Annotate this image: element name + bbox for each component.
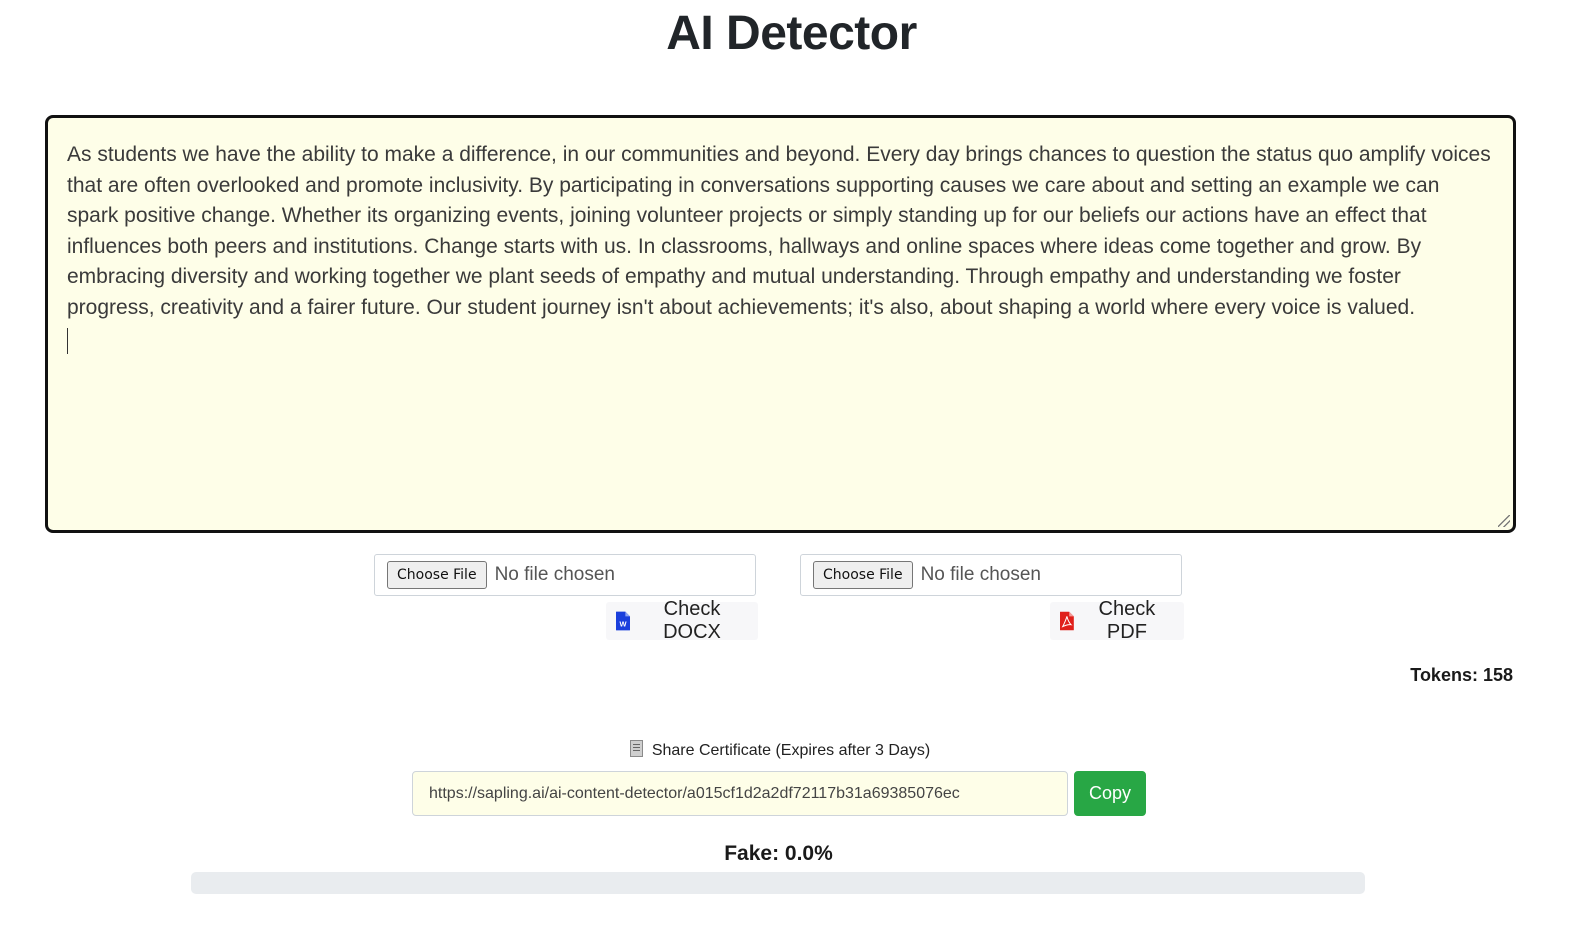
input-text: As students we have the ability to make … xyxy=(67,143,1491,319)
fake-score-progress-bar xyxy=(191,872,1365,894)
word-icon: W xyxy=(616,611,630,631)
check-pdf-button[interactable]: Check PDF xyxy=(1050,598,1184,643)
copy-button[interactable]: Copy xyxy=(1074,771,1146,816)
pdf-file-input[interactable]: Choose File No file chosen xyxy=(800,554,1182,596)
resize-grip-icon[interactable] xyxy=(1498,515,1510,527)
svg-text:W: W xyxy=(619,620,627,629)
docx-choose-file-button[interactable]: Choose File xyxy=(387,561,487,589)
page: AI Detector As students we have the abil… xyxy=(0,0,1583,939)
receipt-icon xyxy=(629,740,643,757)
check-docx-label: Check DOCX xyxy=(663,598,721,643)
text-caret xyxy=(67,327,68,354)
share-certificate-label: Share Certificate (Expires after 3 Days) xyxy=(0,740,1560,760)
docx-file-status: No file chosen xyxy=(494,564,615,585)
pdf-file-status: No file chosen xyxy=(920,564,1041,585)
fake-score-label: Fake: 0.0% xyxy=(724,842,833,865)
pdf-icon xyxy=(1060,611,1074,631)
share-certificate-text: Share Certificate (Expires after 3 Days) xyxy=(651,742,931,759)
text-input-area[interactable]: As students we have the ability to make … xyxy=(45,115,1516,533)
check-pdf-label: Check PDF xyxy=(1098,598,1156,643)
share-url-field[interactable] xyxy=(412,771,1068,816)
token-count: Tokens: 158 xyxy=(1410,665,1513,685)
docx-file-input[interactable]: Choose File No file chosen xyxy=(374,554,756,596)
page-title: AI Detector xyxy=(666,7,917,60)
check-docx-button[interactable]: W Check DOCX xyxy=(606,598,758,643)
pdf-choose-file-button[interactable]: Choose File xyxy=(813,561,913,589)
